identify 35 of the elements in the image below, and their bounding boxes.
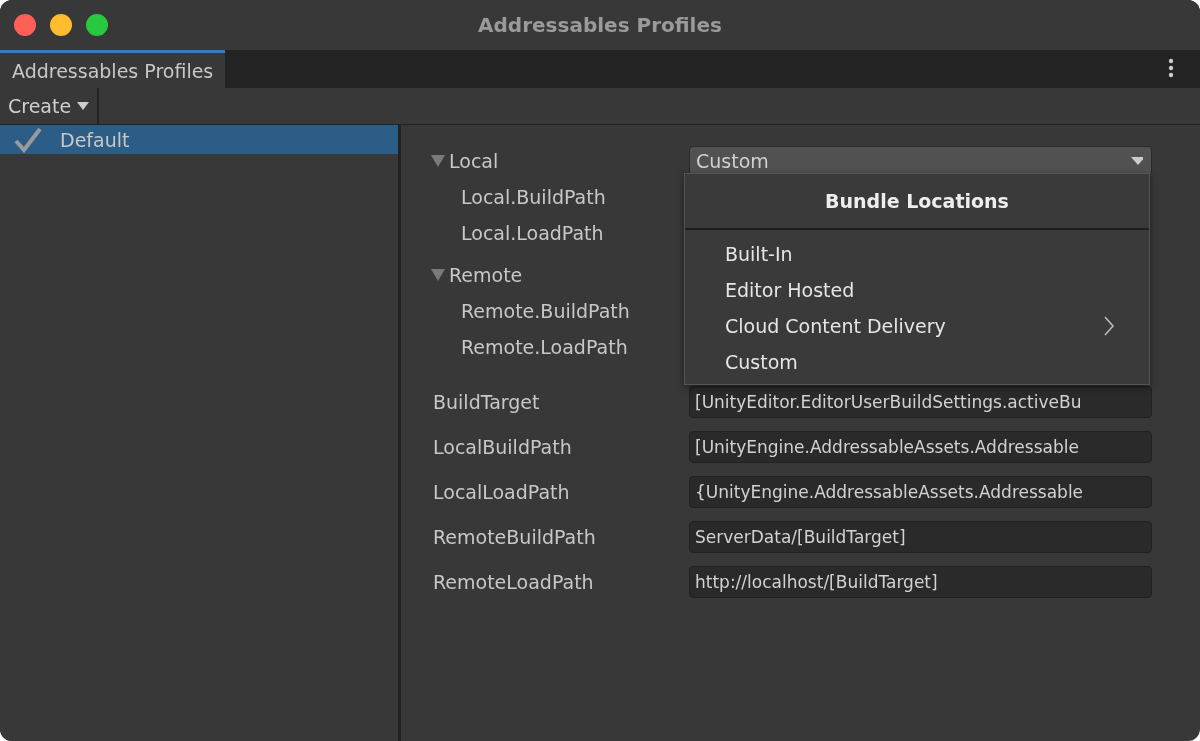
path-label: Remote.BuildPath	[461, 300, 630, 322]
expand-triangle-icon[interactable]	[431, 155, 445, 167]
input-field[interactable]: http://localhost/[BuildTarget]	[689, 566, 1152, 598]
chevron-right-icon	[1103, 315, 1115, 337]
input-field[interactable]: [UnityEngine.AddressableAssets.Addressable	[689, 431, 1152, 463]
variable-label: LocalBuildPath	[433, 436, 572, 458]
more-options-icon[interactable]	[1168, 58, 1174, 78]
input-field[interactable]: [UnityEditor.EditorUserBuildSettings.activeBu	[689, 386, 1152, 418]
group-label: Local	[449, 150, 499, 172]
menu-item[interactable]: Built-In	[685, 236, 1149, 272]
variable-label: RemoteLoadPath	[433, 571, 594, 593]
path-label: Remote.LoadPath	[461, 336, 628, 358]
zoom-button[interactable]	[86, 14, 108, 36]
variable-label: BuildTarget	[433, 391, 540, 413]
caret-icon	[77, 102, 90, 110]
menu-item[interactable]: Cloud Content Delivery	[685, 308, 1149, 344]
path-label: Local.LoadPath	[461, 222, 604, 244]
path-label: Local.BuildPath	[461, 186, 606, 208]
caret-icon	[1131, 157, 1143, 165]
profile-item[interactable]: Default	[0, 125, 398, 154]
location-dropdown[interactable]: Custom	[689, 146, 1152, 176]
window-title: Addressables Profiles	[478, 13, 722, 37]
close-button[interactable]	[14, 14, 36, 36]
menu-title: Bundle Locations	[685, 174, 1149, 230]
variable-label: LocalLoadPath	[433, 481, 570, 503]
menu-item[interactable]: Custom	[685, 344, 1149, 380]
variable-label: RemoteBuildPath	[433, 526, 596, 548]
minimize-button[interactable]	[50, 14, 72, 36]
group-label: Remote	[449, 264, 523, 286]
expand-triangle-icon[interactable]	[431, 269, 445, 281]
profile-name: Default	[60, 128, 130, 151]
tab[interactable]: Addressables Profiles	[0, 50, 226, 88]
input-field[interactable]: {UnityEngine.AddressableAssets.Addressable	[689, 476, 1152, 508]
input-field[interactable]: ServerData/[BuildTarget]	[689, 521, 1152, 553]
menu-item[interactable]: Editor Hosted	[685, 272, 1149, 308]
